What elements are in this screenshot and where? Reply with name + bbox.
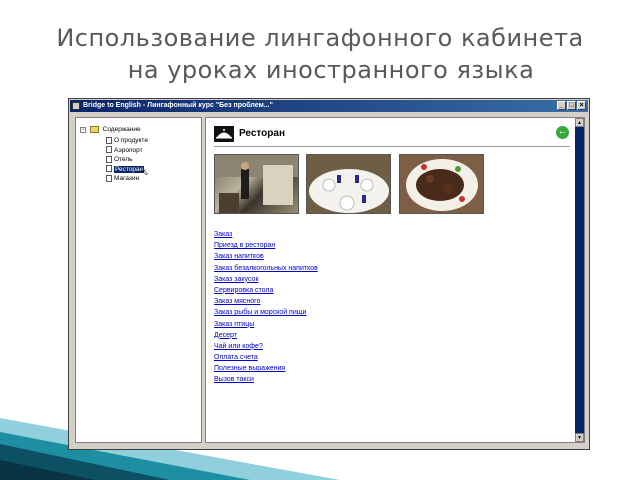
mouse-cursor-icon: ⬁ (141, 167, 149, 177)
photo-meat-dish (399, 154, 484, 214)
topic-link[interactable]: Вызов такси (214, 376, 254, 383)
topic-link[interactable]: Приезд в ресторан (214, 242, 275, 249)
app-window: Bridge to English - Лингафонный курс "Бе… (68, 98, 590, 450)
topic-links: Заказ Приезд в ресторан Заказ напитков З… (214, 229, 318, 386)
link-item: Заказ птицы (214, 319, 318, 330)
tree-item-about[interactable]: О продукте (106, 136, 148, 145)
topic-link[interactable]: Заказ напитков (214, 253, 264, 260)
topic-link[interactable]: Заказ мясного (214, 298, 260, 305)
close-button[interactable]: × (577, 101, 586, 110)
content-pane: Ресторан ← Заказ Приезд в ресторан Заказ… (205, 117, 585, 443)
back-arrow-icon[interactable]: ← (556, 126, 569, 139)
link-item: Полезные выражения (214, 363, 318, 374)
link-item: Десерт (214, 330, 318, 341)
photo-waiter (214, 154, 299, 214)
tree-root[interactable]: − Содержание (80, 126, 141, 133)
topic-link[interactable]: Десерт (214, 332, 237, 339)
topic-link[interactable]: Заказ (214, 231, 232, 238)
tree-item-label: Магазин (114, 175, 140, 182)
window-title: Bridge to English - Лингафонный курс "Бе… (83, 102, 273, 109)
scroll-down-icon[interactable]: ▼ (575, 433, 584, 442)
folder-icon (89, 126, 99, 133)
page-icon (106, 136, 112, 144)
link-item: Заказ безалкогольных напитков (214, 263, 318, 274)
link-item: Заказ мясного (214, 296, 318, 307)
tree-item-shop[interactable]: Магазин (106, 174, 139, 183)
restaurant-icon (214, 126, 234, 142)
topic-link[interactable]: Заказ рыбы и морской пищи (214, 309, 306, 316)
tree-item-restaurant[interactable]: Ресторан (106, 165, 145, 174)
tree-root-label: Содержание (102, 126, 141, 134)
link-item: Заказ рыбы и морской пищи (214, 307, 318, 318)
tree-item-airport[interactable]: Аэропорт (106, 146, 143, 155)
link-item: Заказ закусок (214, 274, 318, 285)
link-item: Заказ (214, 229, 318, 240)
page-title: Ресторан (239, 128, 285, 139)
page-icon (106, 146, 112, 154)
topic-link[interactable]: Полезные выражения (214, 365, 285, 372)
link-item: Приезд в ресторан (214, 240, 318, 251)
collapse-icon[interactable]: − (80, 126, 86, 133)
app-icon (72, 102, 80, 110)
tree-item-label: Отель (114, 156, 133, 163)
link-item: Вызов такси (214, 374, 318, 385)
slide-title-line-1: Использование лингафонного кабинета (56, 24, 584, 52)
page-icon (106, 155, 112, 163)
topic-link[interactable]: Заказ закусок (214, 276, 259, 283)
page-icon (106, 165, 112, 173)
link-item: Сервировка стола (214, 285, 318, 296)
link-item: Заказ напитков (214, 251, 318, 262)
topic-link[interactable]: Заказ безалкогольных напитков (214, 265, 318, 272)
link-item: Чай или кофе? (214, 341, 318, 352)
page-icon (106, 174, 112, 182)
slide-title-line-2: на уроках иностранного языка (127, 56, 535, 84)
photo-table-setting (306, 154, 391, 214)
tree-item-label: Аэропорт (114, 146, 143, 154)
minimize-button[interactable]: _ (557, 101, 566, 110)
window-titlebar[interactable]: Bridge to English - Лингафонный курс "Бе… (70, 100, 588, 112)
link-item: Оплата счета (214, 352, 318, 363)
topic-link[interactable]: Заказ птицы (214, 321, 254, 328)
tree-item-hotel[interactable]: Отель (106, 155, 133, 164)
tree-item-label: Ресторан (114, 165, 145, 173)
scroll-up-icon[interactable]: ▲ (575, 118, 584, 127)
topic-link[interactable]: Чай или кофе? (214, 343, 263, 350)
contents-tree: − Содержание О продукте Аэропорт Отель Р… (75, 117, 202, 443)
tree-item-label: О продукте (114, 137, 148, 144)
header-divider (214, 146, 570, 147)
maximize-button[interactable]: □ (567, 101, 576, 110)
topic-link[interactable]: Сервировка стола (214, 287, 273, 294)
vertical-scrollbar[interactable]: ▲ ▼ (575, 118, 584, 442)
slide-title: Использование лингафонного кабинета на у… (0, 22, 640, 86)
topic-link[interactable]: Оплата счета (214, 354, 258, 361)
